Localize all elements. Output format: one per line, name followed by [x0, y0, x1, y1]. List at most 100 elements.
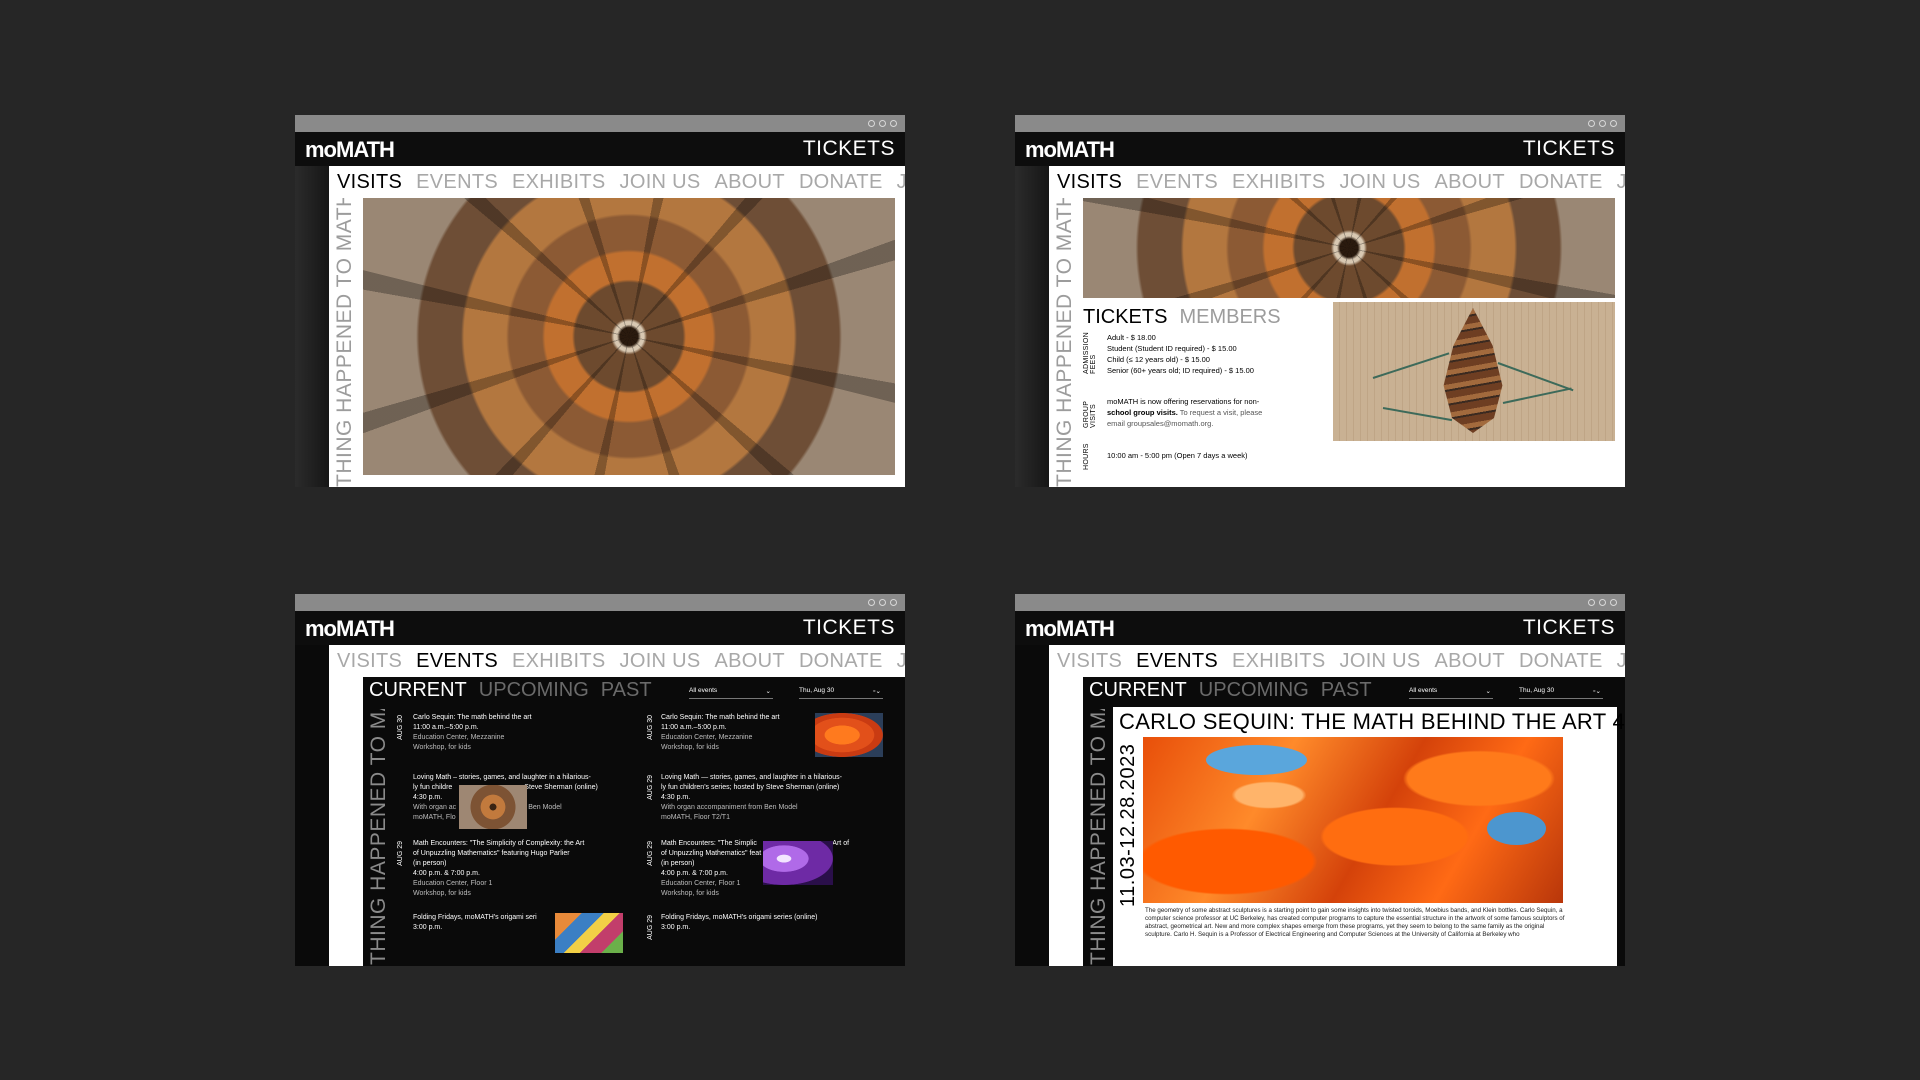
nav-exhibits[interactable]: EXHIBITS	[1232, 650, 1326, 673]
nav-join-us[interactable]: JOIN US	[620, 171, 701, 194]
event-type-select[interactable]: All events ⌄	[1409, 687, 1493, 699]
nav-exhibits[interactable]: EXHIBITS	[1232, 171, 1326, 194]
nav-jobs[interactable]: JOBS	[897, 171, 905, 194]
sidebar-photo-strip	[295, 166, 329, 487]
window-dot-icon[interactable]	[868, 599, 875, 606]
event-thumbnail[interactable]	[815, 713, 883, 757]
event-thumbnail[interactable]	[763, 841, 833, 885]
price-student: Student (Student ID required) - $ 15.00	[1107, 344, 1237, 353]
event-item[interactable]: Carlo Sequin: The math behind the art 11…	[413, 713, 623, 753]
tickets-link[interactable]: TICKETS	[1523, 616, 1615, 640]
title-bar	[295, 594, 905, 611]
nav-join-us[interactable]: JOIN US	[1340, 650, 1421, 673]
event-item[interactable]: Math Encounters: "The Simplicity of Comp…	[413, 839, 623, 899]
admission-fees-row: ADMISSION FEES Adult - $ 18.00 Student (…	[1083, 332, 1254, 376]
price-senior: Senior (60+ years old; ID required) - $ …	[1107, 366, 1254, 375]
nav-exhibits[interactable]: EXHIBITS	[512, 171, 606, 194]
tab-members[interactable]: MEMBERS	[1179, 306, 1280, 329]
title-bar	[1015, 594, 1625, 611]
event-title: Math Encounters: "The Simplicity of Comp…	[413, 840, 585, 847]
chevron-down-icon: ⌄	[1485, 688, 1491, 695]
tab-past[interactable]: PAST	[1321, 679, 1372, 702]
window-dot-icon[interactable]	[890, 599, 897, 606]
nav-jobs[interactable]: JOBS	[1617, 171, 1625, 194]
nav-donate[interactable]: DONATE	[799, 650, 883, 673]
window-dot-icon[interactable]	[868, 120, 875, 127]
tickets-link[interactable]: TICKETS	[803, 616, 895, 640]
window-dot-icon[interactable]	[879, 120, 886, 127]
vertical-tagline: THING HAPPENED TO MATH	[367, 709, 390, 965]
main-content: VISITS EVENTS EXHIBITS JOIN US ABOUT DON…	[329, 166, 905, 487]
date-select[interactable]: Thu, Aug 30 ▫⌄	[1519, 687, 1603, 699]
tab-past[interactable]: PAST	[601, 679, 652, 702]
sidebar-strip	[1015, 645, 1049, 966]
tab-current[interactable]: CURRENT	[1089, 679, 1187, 702]
nav-visits[interactable]: VISITS	[1057, 650, 1122, 673]
nav-donate[interactable]: DONATE	[1519, 650, 1603, 673]
event-thumbnail[interactable]	[459, 785, 527, 829]
event-time: 11:00 a.m.–5:00 p.m.	[661, 724, 727, 731]
nav-events[interactable]: EVENTS	[416, 650, 498, 673]
nav-exhibits[interactable]: EXHIBITS	[512, 650, 606, 673]
event-place: Education Center, Mezzanine	[661, 734, 753, 741]
main-nav: VISITS EVENTS EXHIBITS JOIN US ABOUT DON…	[1049, 166, 1625, 198]
event-item[interactable]: Folding Fridays, moMATH's origami series…	[661, 913, 891, 933]
window-dot-icon[interactable]	[1588, 120, 1595, 127]
group-line: moMATH is now offering reservations for …	[1107, 397, 1260, 406]
nav-about[interactable]: ABOUT	[715, 171, 785, 194]
momath-logo[interactable]: moMATH	[1025, 137, 1115, 163]
nav-events[interactable]: EVENTS	[1136, 171, 1218, 194]
date-select[interactable]: Thu, Aug 30 ▫⌄	[799, 687, 883, 699]
admission-prices: Adult - $ 18.00 Student (Student ID requ…	[1107, 332, 1254, 376]
nav-donate[interactable]: DONATE	[799, 171, 883, 194]
nav-join-us[interactable]: JOIN US	[1340, 171, 1421, 194]
event-item[interactable]: Carlo Sequin: The math behind the art 11…	[661, 713, 811, 753]
main-content: VISITS EVENTS EXHIBITS JOIN US ABOUT DON…	[1049, 166, 1625, 487]
window-dot-icon[interactable]	[890, 120, 897, 127]
title-bar	[295, 115, 905, 132]
nav-events[interactable]: EVENTS	[1136, 650, 1218, 673]
momath-logo[interactable]: moMATH	[1025, 616, 1115, 642]
tab-tickets[interactable]: TICKETS	[1083, 306, 1167, 329]
tab-upcoming[interactable]: UPCOMING	[479, 679, 589, 702]
window-dot-icon[interactable]	[1610, 599, 1617, 606]
nav-jobs[interactable]: JOBS	[897, 650, 905, 673]
event-thumbnail[interactable]	[555, 913, 623, 953]
group-visits-row: GROUP VISITS moMATH is now offering rese…	[1083, 396, 1262, 429]
date-value: Thu, Aug 30	[1519, 687, 1555, 694]
window-dot-icon[interactable]	[879, 599, 886, 606]
nav-events[interactable]: EVENTS	[416, 171, 498, 194]
nav-jobs[interactable]: JOBS	[1617, 650, 1625, 673]
tab-current[interactable]: CURRENT	[369, 679, 467, 702]
window-dot-icon[interactable]	[1599, 599, 1606, 606]
event-type-select[interactable]: All events ⌄	[689, 687, 773, 699]
nav-about[interactable]: ABOUT	[1435, 171, 1505, 194]
nav-about[interactable]: ABOUT	[1435, 650, 1505, 673]
event-time: 11:00 a.m.–5:00 p.m.	[413, 724, 479, 731]
nav-about[interactable]: ABOUT	[715, 650, 785, 673]
tickets-link[interactable]: TICKETS	[803, 137, 895, 161]
site-header: moMATH TICKETS	[295, 611, 905, 645]
vertical-tagline: THING HAPPENED TO MATH	[1053, 198, 1076, 487]
event-item[interactable]: Loving Math — stories, games, and laught…	[661, 773, 891, 823]
group-text: moMATH is now offering reservations for …	[1107, 396, 1262, 429]
visit-tabs: TICKETS MEMBERS	[1083, 306, 1281, 329]
group-email-link[interactable]: email groupsales@momath.org.	[1107, 418, 1262, 429]
window-dot-icon[interactable]	[1588, 599, 1595, 606]
event-date: AUG 29	[647, 915, 654, 940]
window-dot-icon[interactable]	[1610, 120, 1617, 127]
event-title: Folding Fridays, moMATH's origami series…	[661, 914, 818, 921]
momath-logo[interactable]: moMATH	[305, 616, 395, 642]
window-dot-icon[interactable]	[1599, 120, 1606, 127]
event-title: (in person)	[413, 860, 447, 867]
event-type-value: All events	[1409, 687, 1438, 694]
nav-join-us[interactable]: JOIN US	[620, 650, 701, 673]
nav-visits[interactable]: VISITS	[337, 171, 402, 194]
event-date: AUG 29	[397, 841, 404, 866]
tickets-link[interactable]: TICKETS	[1523, 137, 1615, 161]
tab-upcoming[interactable]: UPCOMING	[1199, 679, 1309, 702]
nav-donate[interactable]: DONATE	[1519, 171, 1603, 194]
nav-visits[interactable]: VISITS	[1057, 171, 1122, 194]
momath-logo[interactable]: moMATH	[305, 137, 395, 163]
nav-visits[interactable]: VISITS	[337, 650, 402, 673]
